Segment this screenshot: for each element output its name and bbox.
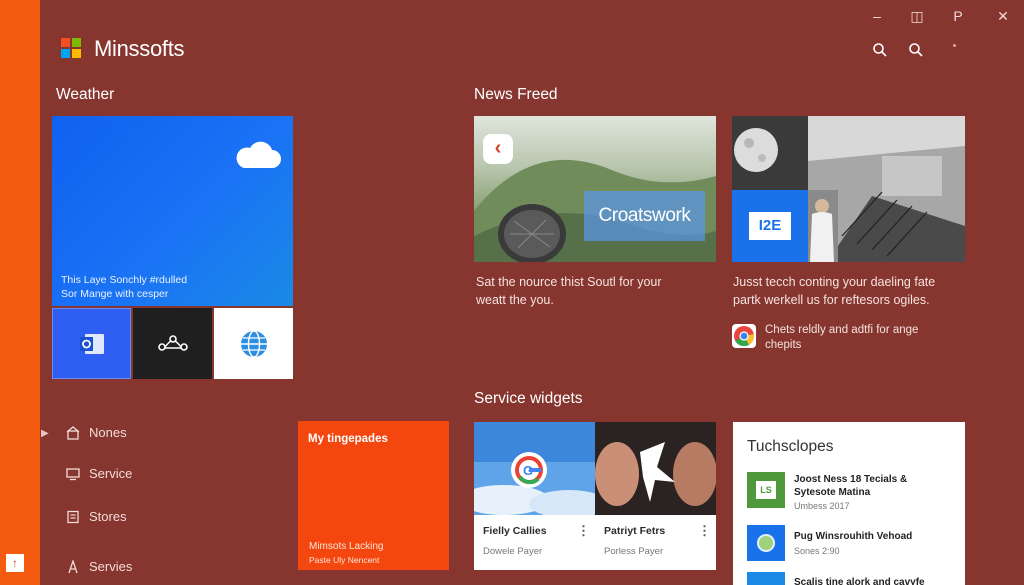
minimize-button[interactable]: – <box>866 8 888 24</box>
widget-subtitle: Porless Payer <box>604 546 664 557</box>
badge-tile: I2E <box>732 190 808 262</box>
chrome-icon[interactable] <box>732 324 756 348</box>
tile-line-2: Paste Uly Nencent <box>309 555 380 565</box>
store-icon <box>67 510 79 523</box>
item-title[interactable]: Joost Ness 18 Tecials & <box>794 473 907 486</box>
outlook-icon <box>79 333 104 354</box>
weather-line-1: This Laye Sonchly #rdulled <box>61 274 188 286</box>
news-card-2-sub-1: Chets reldly and adtfi for ange <box>765 324 919 336</box>
app-title: Minssofts <box>94 36 185 61</box>
sky-image <box>474 422 595 515</box>
cloud-icon <box>236 141 281 168</box>
connect-tile[interactable] <box>133 308 212 379</box>
tile-line-1: Mimsots Lacking <box>309 541 384 552</box>
widget-card-1[interactable]: G Fielly Callies Dowele Payer ⋮ <box>474 422 595 570</box>
news-card-2-line-1: Jusst tecch conting your daeling fate <box>733 275 936 289</box>
panel-title: Tuchsclopes <box>747 438 834 455</box>
nav-item-servies[interactable]: Servies <box>66 559 132 574</box>
news-card-2-sub-2: chepits <box>765 339 802 351</box>
nav-item-stores[interactable]: Stores <box>66 509 127 524</box>
news-card-2-line-2: partk werkell us for reftesors ogiles. <box>733 293 930 307</box>
globe-app-icon[interactable] <box>747 525 785 561</box>
nav-label: Nones <box>89 425 127 440</box>
touch-panel: Tuchsclopes LS Joost Ness 18 Tecials & S… <box>733 422 965 585</box>
app-icon[interactable]: LS <box>747 472 785 508</box>
search-icon[interactable] <box>872 42 888 58</box>
portrait-image <box>595 422 716 515</box>
nav-label: Servies <box>89 559 133 574</box>
back-arrow-icon[interactable]: ‹ <box>483 134 513 164</box>
widget-title: Fielly Callies <box>483 525 547 537</box>
globe-icon <box>240 329 267 358</box>
expand-caret-icon[interactable]: ▶ <box>41 428 49 439</box>
strip-up-button[interactable]: ↑ <box>6 554 24 572</box>
globe-tile[interactable] <box>214 308 293 379</box>
widgets-heading: Service widgets <box>474 390 583 407</box>
more-options-icon[interactable]: ⋮ <box>577 523 590 539</box>
news-card-1-image[interactable]: ‹ Croatswork <box>474 116 716 262</box>
weather-tile[interactable]: This Laye Sonchly #rdulled Sor Mange wit… <box>52 116 293 306</box>
connect-icon <box>157 334 188 351</box>
pen-icon <box>68 559 78 573</box>
widget-subtitle: Dowele Payer <box>483 546 543 557</box>
weather-heading: Weather <box>56 86 115 103</box>
news-card-2-image[interactable]: I2E <box>732 116 965 262</box>
item-subtitle: Umbess 2017 <box>794 501 850 511</box>
monitor-icon <box>66 467 80 480</box>
orange-app-tile[interactable]: My tingepades Mimsots Lacking Paste Uly … <box>298 421 449 570</box>
more-icon[interactable] <box>953 44 956 47</box>
news-overlay-label: Croatswork <box>584 191 705 241</box>
search-icon[interactable] <box>908 42 924 58</box>
nav-item-nones[interactable]: Nones <box>66 425 127 440</box>
widget-badge: G <box>523 463 534 478</box>
nav-label: Service <box>89 466 133 481</box>
nav-item-service[interactable]: Service <box>66 466 132 481</box>
outlook-tile[interactable] <box>52 308 131 379</box>
close-button[interactable]: ✕ <box>992 8 1014 25</box>
widget-card-2[interactable]: Patriyt Fetrs Porless Payer ⋮ <box>595 422 716 570</box>
news-card-1-line-2: weatt the you. <box>476 293 554 307</box>
tile-title: My tingepades <box>308 433 388 445</box>
chrome-logo <box>734 326 755 347</box>
news-heading: News Freed <box>474 86 558 103</box>
item-title[interactable]: Pug Winsrouhith Vehoad <box>794 530 912 543</box>
home-icon <box>66 425 80 440</box>
item-title[interactable]: Scalis tine alork and cavyfe <box>794 576 925 585</box>
news-card-1-line-1: Sat the nource thist Soutl for your <box>476 275 662 289</box>
more-options-icon[interactable]: ⋮ <box>698 523 711 539</box>
news-badge: I2E <box>749 212 791 240</box>
snap-button[interactable]: ◫ <box>906 8 928 25</box>
left-accent-strip <box>0 0 40 585</box>
widget-title: Patriyt Fetrs <box>604 525 666 537</box>
weather-line-2: Sor Mange with cesper <box>61 288 169 300</box>
pin-button[interactable]: P <box>947 8 969 24</box>
item-subtitle: Sones 2:90 <box>794 546 840 556</box>
nav-label: Stores <box>89 509 127 524</box>
app-icon[interactable] <box>747 572 785 585</box>
item-title-2: Sytesote Matina <box>794 487 871 498</box>
app-logo <box>61 38 81 58</box>
